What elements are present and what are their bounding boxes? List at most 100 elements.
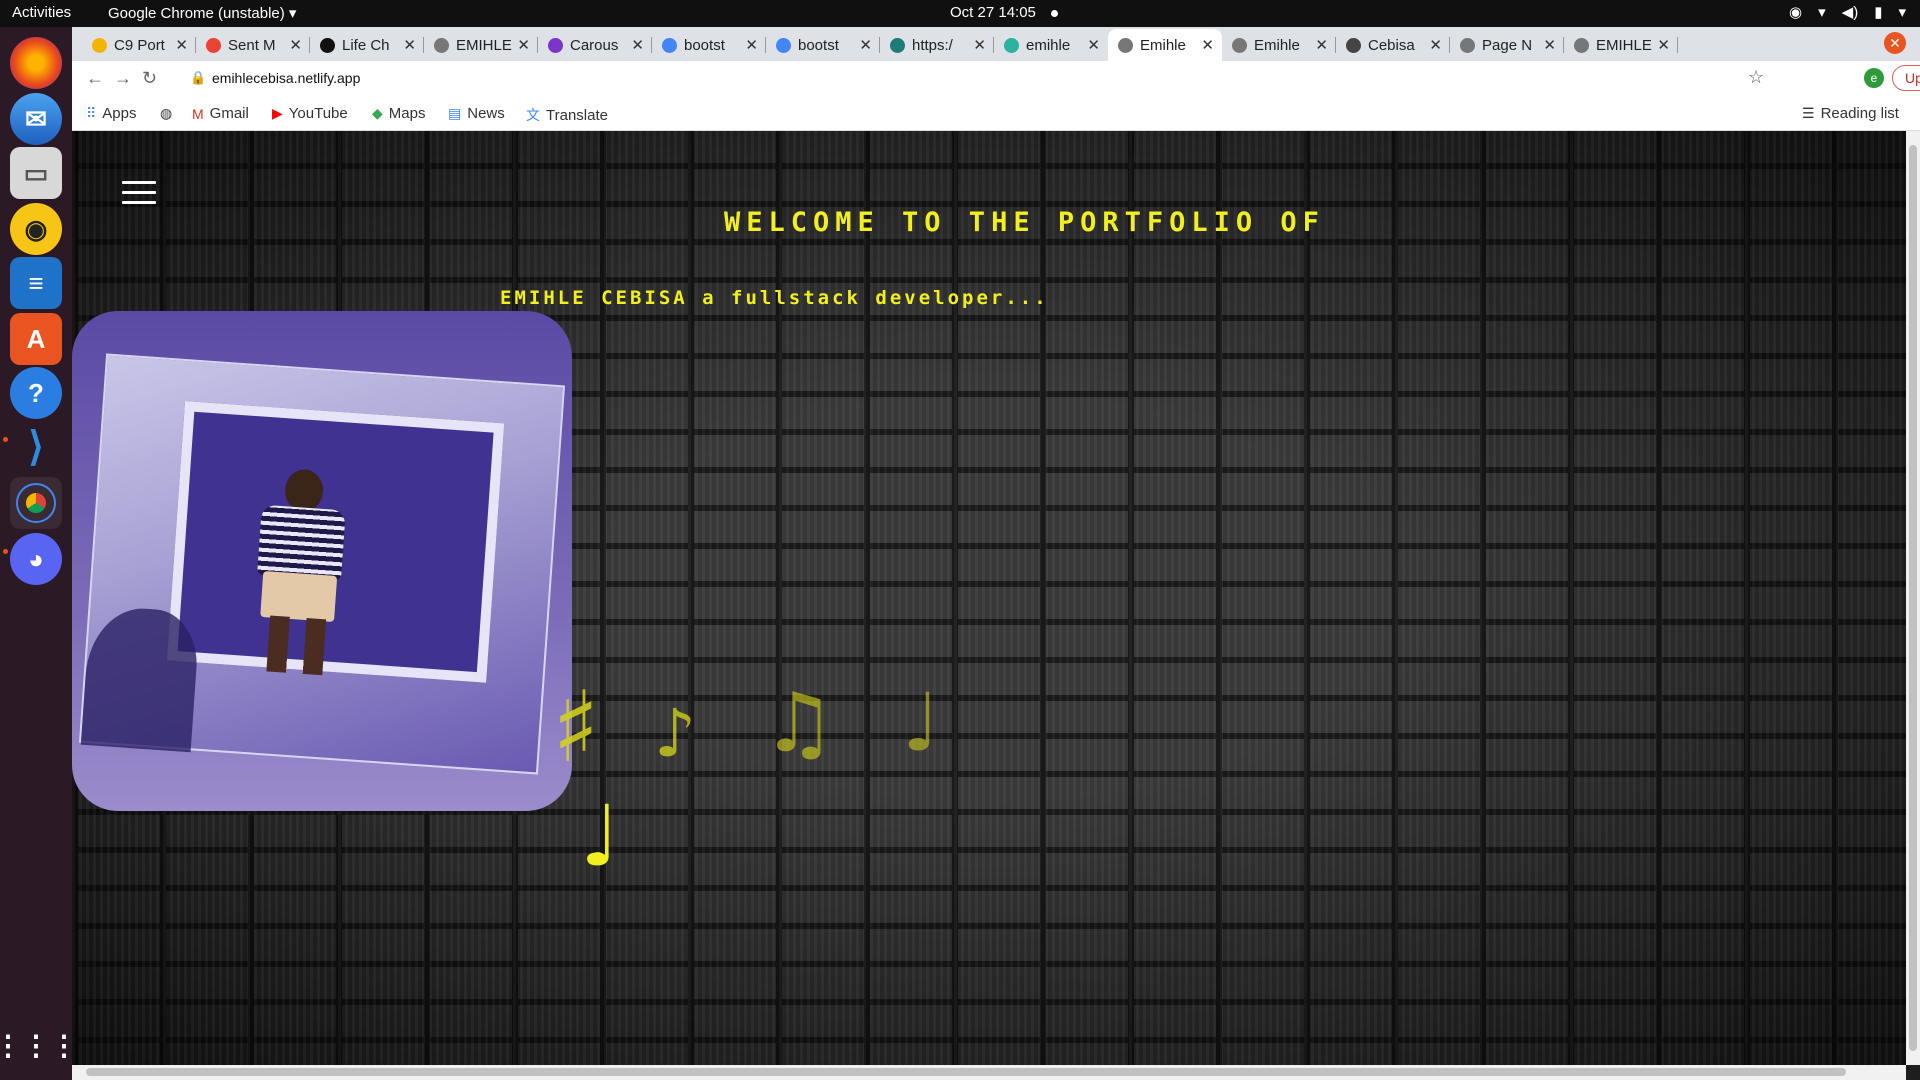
tab-close-icon[interactable]: ✕ <box>1543 36 1556 54</box>
window-close-icon[interactable]: ✕ <box>1884 32 1906 54</box>
music-eighth-note-icon: ♪ <box>654 695 697 772</box>
profile-photo <box>78 353 566 775</box>
software-icon[interactable]: A <box>10 313 62 365</box>
app-menu[interactable]: Google Chrome (unstable) ▾ <box>108 4 296 22</box>
vscode-icon[interactable]: ⟩ <box>10 421 62 473</box>
music-sharp-icon: ♯ <box>552 671 600 785</box>
update-button[interactable]: Update⋮ <box>1892 65 1920 91</box>
browser-tab[interactable]: Sent M ✕ <box>196 29 310 61</box>
tab-title: Carous <box>570 36 619 54</box>
browser-tab[interactable]: Life Ch ✕ <box>310 29 424 61</box>
url-field[interactable]: emihlecebisa.netlify.app <box>212 70 360 86</box>
tab-favicon-icon <box>1118 37 1133 53</box>
bookmark-youtube[interactable]: ▶ YouTube <box>272 105 348 122</box>
tab-favicon-icon <box>776 37 791 53</box>
tab-title: EMIHLE <box>456 36 512 54</box>
bookmark-news[interactable]: ▤ News <box>448 105 505 122</box>
gmail-icon: M <box>192 105 204 122</box>
discord-icon[interactable]: ◕ <box>10 533 62 585</box>
clock[interactable]: Oct 27 14:05 <box>950 4 1036 21</box>
thunderbird-icon[interactable]: ✉ <box>10 93 62 145</box>
photo-person-shirt <box>257 504 346 581</box>
rhythmbox-icon[interactable]: ◉ <box>10 203 62 255</box>
tab-close-icon[interactable]: ✕ <box>1657 36 1670 54</box>
globe-icon: ◍ <box>160 105 173 121</box>
tab-close-icon[interactable]: ✕ <box>745 36 758 54</box>
reading-list-label: Reading list <box>1820 105 1899 122</box>
browser-tab[interactable]: Emihle ✕ <box>1222 29 1336 61</box>
profile-avatar[interactable]: e <box>1864 68 1884 88</box>
dock: ✉ ▭ ◉ ≡ A ? ⟩ ◕ ⋮⋮⋮ <box>0 27 78 1080</box>
tab-title: https:/ <box>912 36 953 54</box>
system-tray[interactable]: ◉ ▾ ◀) ▮ ▾ <box>1789 3 1906 21</box>
battery-icon[interactable]: ▮ <box>1874 3 1882 21</box>
system-menu-chevron-icon[interactable]: ▾ <box>1898 3 1906 21</box>
tab-close-icon[interactable]: ✕ <box>1315 36 1328 54</box>
firefox-icon[interactable] <box>10 37 62 89</box>
apps-grid-icon: ⠿ <box>86 105 97 121</box>
tab-favicon-icon <box>548 37 563 53</box>
bookmark-translate[interactable]: 文 Translate <box>526 105 608 125</box>
tab-close-icon[interactable]: ✕ <box>175 36 188 54</box>
activities-button[interactable]: Activities <box>12 4 71 21</box>
bookmark-globe[interactable]: ◍ <box>160 105 172 122</box>
tab-close-icon[interactable]: ✕ <box>1429 36 1442 54</box>
horizontal-scrollbar[interactable] <box>72 1065 1906 1080</box>
browser-tab[interactable]: EMIHLE ✕ <box>424 29 538 61</box>
browser-tab[interactable]: emihle ✕ <box>994 29 1108 61</box>
bookmark-maps[interactable]: ◆ Maps <box>372 105 425 122</box>
browser-tab[interactable]: bootst ✕ <box>652 29 766 61</box>
music-quarter-note-icon: ♩ <box>902 676 940 769</box>
tab-close-icon[interactable]: ✕ <box>1087 36 1100 54</box>
lock-icon[interactable]: 🔒 <box>190 70 206 86</box>
bookmark-star-icon[interactable]: ☆ <box>1748 67 1764 88</box>
bookmark-label: News <box>467 105 505 122</box>
tab-title: C9 Port <box>114 36 165 54</box>
tab-close-icon[interactable]: ✕ <box>289 36 302 54</box>
browser-tab[interactable]: https:/ ✕ <box>880 29 994 61</box>
vertical-scrollbar[interactable] <box>1906 131 1920 1065</box>
volume-icon[interactable]: ◀) <box>1842 3 1859 21</box>
tab-title: bootst <box>798 36 839 54</box>
tab-close-icon[interactable]: ✕ <box>1201 36 1214 54</box>
bookmark-label: Apps <box>102 105 137 122</box>
welcome-heading: WELCOME TO THE PORTFOLIO OF <box>724 207 1325 238</box>
help-icon[interactable]: ? <box>10 367 62 419</box>
back-icon[interactable]: ← <box>86 68 104 89</box>
horizontal-scroll-thumb[interactable] <box>86 1068 1846 1076</box>
browser-tab[interactable]: Page N ✕ <box>1450 29 1564 61</box>
running-indicator <box>3 437 8 442</box>
forward-icon[interactable]: → <box>114 68 132 89</box>
vertical-scroll-thumb[interactable] <box>1909 145 1917 1051</box>
tab-close-icon[interactable]: ✕ <box>973 36 986 54</box>
browser-tab[interactable]: Carous ✕ <box>538 29 652 61</box>
discord-tray-icon[interactable]: ◉ <box>1789 3 1802 21</box>
files-icon[interactable]: ▭ <box>10 147 62 199</box>
tab-close-icon[interactable]: ✕ <box>859 36 872 54</box>
tab-close-icon[interactable]: ✕ <box>403 36 416 54</box>
tab-favicon-icon <box>206 37 221 53</box>
photo-person-legs <box>266 615 327 676</box>
tab-close-icon[interactable]: ✕ <box>631 36 644 54</box>
show-apps-icon[interactable]: ⋮⋮⋮ <box>0 1019 78 1071</box>
browser-tab[interactable]: C9 Port ✕ <box>82 29 196 61</box>
browser-tab[interactable]: EMIHLE ✕ <box>1564 29 1678 61</box>
tab-title: Page N <box>1482 36 1533 54</box>
browser-tab[interactable]: Emihle ✕ <box>1108 29 1222 61</box>
browser-tab[interactable]: bootst ✕ <box>766 29 880 61</box>
tab-favicon-icon <box>1346 37 1361 53</box>
chrome-dev-icon[interactable] <box>10 477 62 529</box>
writer-icon[interactable]: ≡ <box>10 257 62 309</box>
browser-tab[interactable]: Cebisa ✕ <box>1336 29 1450 61</box>
hamburger-menu-icon[interactable] <box>122 181 156 205</box>
maps-icon: ◆ <box>372 105 383 121</box>
tab-close-icon[interactable]: ✕ <box>517 36 530 54</box>
bookmark-apps[interactable]: ⠿ Apps <box>86 105 136 122</box>
reload-icon[interactable]: ↻ <box>142 68 157 89</box>
photo-person <box>236 466 360 683</box>
wifi-icon[interactable]: ▾ <box>1818 3 1826 21</box>
bookmark-gmail[interactable]: M Gmail <box>192 105 249 122</box>
tab-favicon-icon <box>320 37 335 53</box>
reading-list-button[interactable]: ☰ Reading list <box>1802 105 1899 122</box>
photo-shadow <box>80 604 201 753</box>
